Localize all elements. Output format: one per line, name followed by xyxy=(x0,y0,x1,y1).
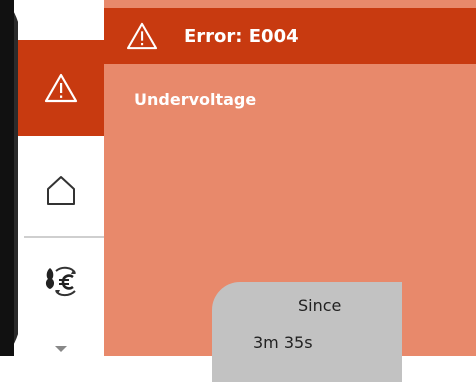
error-header: Error: E004 xyxy=(104,8,476,64)
scroll-down-indicator[interactable] xyxy=(18,342,104,356)
sidebar-divider xyxy=(24,236,104,238)
sidebar-item-energy-price[interactable] xyxy=(18,250,104,314)
sidebar-item-home[interactable] xyxy=(18,152,104,228)
home-icon xyxy=(47,176,75,205)
chevron-down-icon xyxy=(55,346,67,352)
since-value: 3m 35s xyxy=(253,333,313,352)
error-title: Error: E004 xyxy=(184,25,299,47)
device-bezel-edge xyxy=(0,0,14,356)
sidebar-item-error[interactable] xyxy=(18,40,104,136)
warning-icon xyxy=(126,22,158,50)
sidebar xyxy=(18,0,104,356)
since-label: Since xyxy=(298,296,342,315)
error-message: Undervoltage xyxy=(134,90,257,109)
warning-icon xyxy=(44,73,78,103)
energy-price-icon xyxy=(45,266,76,297)
